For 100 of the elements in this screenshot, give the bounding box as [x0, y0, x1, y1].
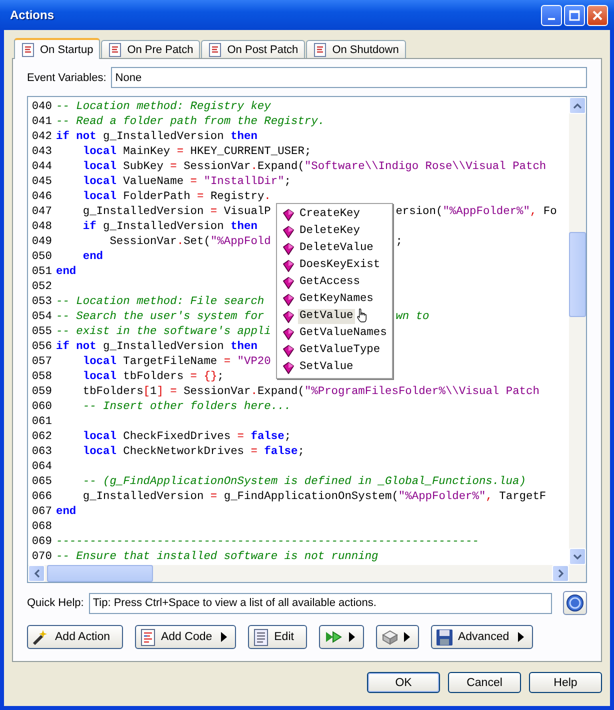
code-line: local ValueName = "InstallDir"; [82, 176, 292, 188]
line-number: 045 [30, 175, 53, 190]
diamond-icon [282, 276, 294, 288]
diamond-icon [282, 242, 294, 254]
code-line: g_InstalledVersion = g_FindApplicationOnSystem("%AppFolder%", TargetF [82, 491, 546, 503]
horizontal-scrollbar[interactable] [28, 565, 586, 582]
minimize-button[interactable] [541, 4, 562, 26]
line-number: 040 [30, 100, 53, 115]
autocomplete-item[interactable]: DeleteValue [298, 241, 376, 256]
diamond-icon [282, 294, 294, 306]
diamond-icon [282, 362, 294, 374]
code-line: -- Search the user's system for [56, 311, 264, 323]
code-line: local SubKey = SessionVar.Expand("Software\\Indigo Rose\\Visual Patch [82, 161, 546, 173]
code-line: end [56, 506, 76, 518]
line-number: 053 [30, 295, 53, 310]
line-number: 050 [30, 250, 53, 265]
code-line: g_InstalledVersion = VisualP [82, 206, 271, 218]
code-line: local TargetFileName = "VP20 [82, 356, 271, 368]
autocomplete-item[interactable]: SetValue [298, 360, 356, 375]
code-line: if not g_InstalledVersion then [56, 341, 258, 353]
tab[interactable]: On Pre Patch [101, 40, 200, 58]
line-number: 070 [30, 550, 53, 565]
code-line: SessionVar.Set("%AppFold [108, 236, 271, 248]
input-field[interactable]: None [111, 67, 587, 88]
toolbar-button[interactable] [376, 625, 419, 649]
autocomplete-item[interactable]: GetKeyNames [298, 292, 376, 307]
line-number: 043 [30, 145, 53, 160]
line-number: 044 [30, 160, 53, 175]
toolbar-button[interactable]: Add Action [27, 625, 123, 649]
autocomplete-item[interactable]: GetAccess [298, 275, 362, 290]
code-line: local MainKey = HKEY_CURRENT_USER; [82, 146, 312, 158]
autocomplete-item[interactable]: CreateKey [298, 207, 362, 222]
dialog-button[interactable]: Help [529, 672, 602, 693]
line-number: 057 [30, 355, 53, 370]
line-number: 056 [30, 340, 53, 355]
scroll-left-icon[interactable] [34, 569, 40, 578]
dialog-button[interactable]: Cancel [448, 672, 521, 693]
diamond-icon [282, 328, 294, 340]
scroll-down-icon[interactable] [573, 554, 582, 560]
quick-help-field[interactable]: Tip: Press Ctrl+Space to view a list of all available actions. [88, 592, 552, 614]
code-line: -- exist in the software's appli [56, 326, 271, 338]
line-number: 054 [30, 310, 53, 325]
line-number: 059 [30, 385, 53, 400]
code-line: -- (g_FindApplicationOnSystem is defined in _Global_Functions.lua) [82, 476, 526, 488]
autocomplete-item[interactable]: GetValue [298, 309, 356, 324]
code-line: if not g_InstalledVersion then [56, 131, 258, 143]
line-number: 042 [30, 130, 53, 145]
vertical-scrollbar[interactable] [569, 97, 586, 565]
hand-cursor-icon [356, 308, 367, 323]
code-line: -- Ensure that installed software is not running [56, 551, 378, 563]
help-button[interactable] [563, 591, 587, 615]
autocomplete-item[interactable]: GetValueNames [298, 326, 389, 341]
diamond-icon [282, 344, 294, 356]
autocomplete-item[interactable]: GetValueType [298, 343, 382, 358]
line-number: 068 [30, 520, 53, 535]
close-icon [592, 10, 603, 20]
close-button[interactable] [587, 4, 608, 26]
box-icon [380, 629, 399, 645]
maximize-icon [569, 10, 580, 20]
tab[interactable]: On Post Patch [201, 40, 306, 58]
code-line: --------------------------------------------------------------- [56, 536, 479, 548]
line-number: 063 [30, 445, 53, 460]
line-number: 041 [30, 115, 53, 130]
help-icon [566, 594, 584, 612]
line-number: 062 [30, 430, 53, 445]
tab[interactable]: On Startup [14, 38, 100, 59]
scroll-thumb[interactable] [47, 565, 153, 582]
dialog-button[interactable]: OK [367, 672, 440, 693]
toolbar-button[interactable]: Edit [248, 625, 307, 649]
code-line: end [56, 266, 76, 278]
scroll-up-icon[interactable] [573, 102, 582, 108]
line-number: 065 [30, 475, 53, 490]
maximize-button[interactable] [564, 4, 585, 26]
code-line: local CheckFixedDrives = false; [82, 431, 292, 443]
line-number: 046 [30, 190, 53, 205]
code-line: local FolderPath = Registry. [82, 191, 271, 203]
toolbar-button[interactable]: Advanced [430, 625, 534, 649]
code-line: -- Location method: File search [56, 296, 264, 308]
autocomplete-item[interactable]: DoesKeyExist [298, 258, 382, 273]
diamond-icon [282, 226, 294, 238]
scroll-right-icon[interactable] [558, 569, 564, 578]
diamond-icon [282, 208, 294, 220]
code-editor[interactable] [27, 96, 587, 583]
field-label: Event Variables: [27, 72, 106, 84]
code-line: end [82, 251, 103, 263]
line-number: 049 [30, 235, 53, 250]
tab[interactable]: On Shutdown [306, 40, 406, 58]
scroll-thumb[interactable] [569, 232, 586, 317]
toolbar-button[interactable]: Add Code [134, 625, 236, 649]
diamond-icon [282, 260, 294, 272]
autocomplete-item[interactable]: DeleteKey [298, 224, 362, 239]
code-line: wn to [396, 310, 430, 325]
line-number: 066 [30, 490, 53, 505]
window-title: Actions [10, 8, 54, 22]
line-number: 055 [30, 325, 53, 340]
code-line: -- Insert other folders here... [82, 401, 291, 413]
line-number: 064 [30, 460, 53, 475]
toolbar-button[interactable] [318, 625, 364, 649]
document-icon [21, 42, 35, 56]
code-line: if g_InstalledVersion then [82, 221, 258, 233]
